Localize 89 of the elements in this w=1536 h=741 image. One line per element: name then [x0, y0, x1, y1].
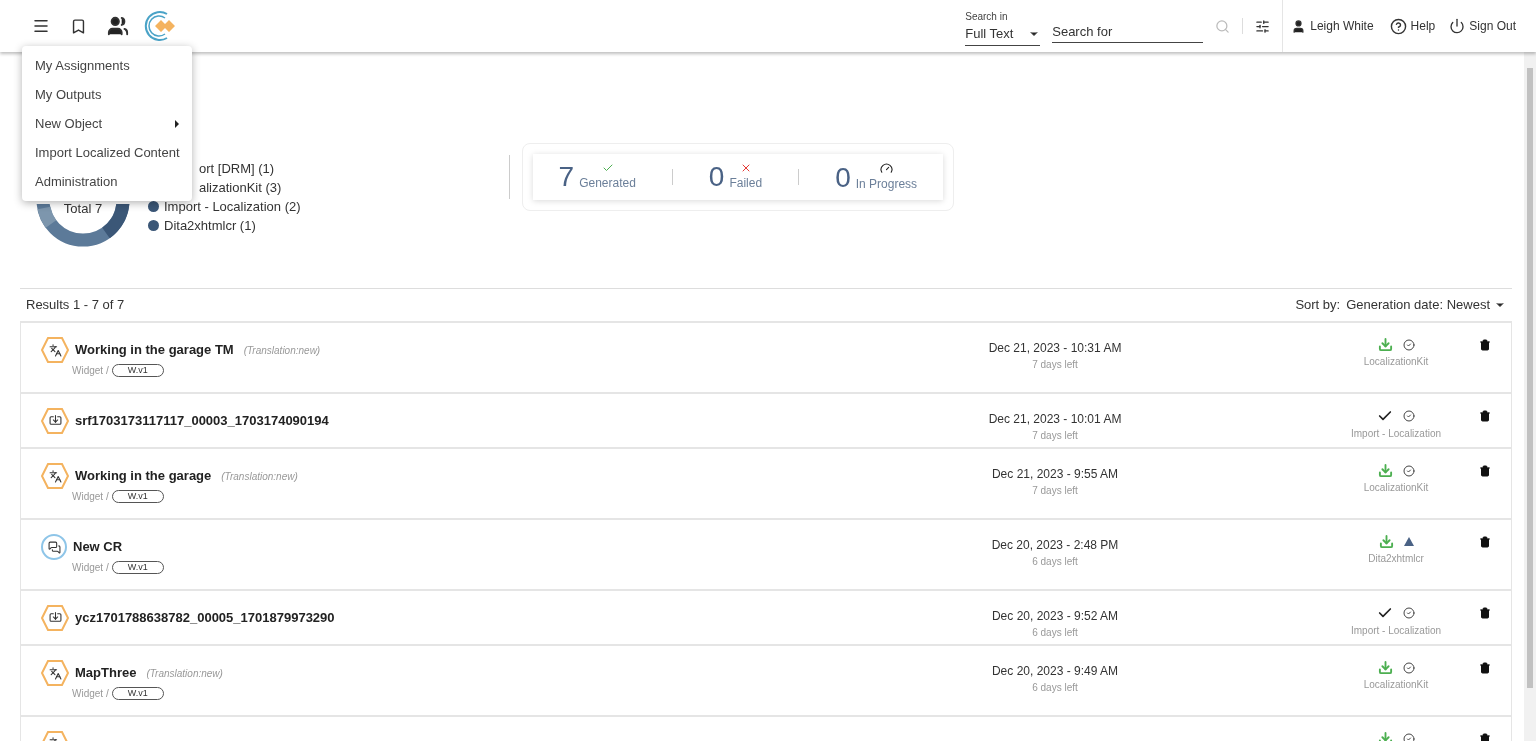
search-in-label: Search in — [965, 9, 1009, 24]
import-icon — [41, 407, 69, 434]
menu-item[interactable]: New Object — [22, 109, 192, 138]
translate-icon — [41, 337, 69, 363]
sign-out-button[interactable]: Sign Out — [1449, 17, 1516, 35]
output-type: LocalizationKit — [1363, 481, 1429, 495]
translate-icon — [41, 660, 69, 686]
result-date: Dec 21, 2023 - 10:31 AM — [988, 340, 1122, 357]
delete-icon[interactable] — [1479, 465, 1491, 477]
days-left: 6 days left — [1032, 626, 1078, 640]
total-label: Total 7 — [62, 202, 104, 216]
power-icon — [1449, 18, 1466, 34]
delete-icon[interactable] — [1479, 536, 1491, 548]
search-scope-dropdown[interactable]: Full Text — [965, 23, 1041, 46]
output-type: LocalizationKit — [1363, 355, 1429, 369]
results-count: Results 1 - 7 of 7 — [26, 296, 125, 315]
result-title[interactable]: srf1703173117117_00003_1703174090194 — [75, 410, 329, 431]
days-left: 6 days left — [1032, 555, 1078, 569]
result-path: Widget / — [72, 364, 109, 378]
search-field[interactable]: Search for — [1052, 21, 1204, 43]
help-icon — [1389, 17, 1407, 35]
result-date: Dec 20, 2023 - 9:52 AM — [991, 608, 1119, 625]
output-type: Import - Localization — [1351, 427, 1442, 441]
download-icon[interactable] — [1377, 660, 1393, 675]
legend-label: ort [DRM] (1) — [199, 159, 275, 178]
output-type: LocalizationKit — [1363, 678, 1429, 692]
result-row[interactable]: Working in the garage TM (Translation:new) Widget / W.v1 Dec 21, 2023 - 10:31 AM 7 days left LocalizationKit — [20, 323, 1512, 394]
result-title[interactable]: ycz1701788638782_00005_1701879973290 — [75, 607, 335, 628]
user-icon — [1291, 18, 1307, 34]
stat-label: Generated — [579, 175, 636, 192]
output-type: Import - Localization — [1351, 624, 1442, 638]
stat-label: In Progress — [855, 175, 918, 193]
delete-icon[interactable] — [1479, 339, 1491, 351]
legend-label: Dita2xhtmlcr (1) — [164, 216, 256, 235]
result-row[interactable]: New CR Widget / W.v1 Dec 20, 2023 - 2:48 PM 6 days left Dita2xhtmlcr — [20, 520, 1512, 591]
download-icon[interactable] — [1377, 463, 1393, 478]
result-row[interactable]: MapThree (Translation:new) Widget / W.v1 Dec 20, 2023 - 9:49 AM 6 days left LocalizationKit — [20, 646, 1512, 717]
check-icon — [601, 162, 614, 174]
days-left: 7 days left — [1032, 484, 1078, 498]
days-left: 6 days left — [1032, 681, 1078, 695]
result-note: (Translation:new) — [221, 469, 298, 484]
result-title[interactable]: Working in the garage — [75, 466, 212, 486]
import-icon — [41, 604, 69, 631]
result-title[interactable]: Working in the garage TM — [75, 340, 234, 360]
result-row[interactable]: ycz1701788638782_00005_1701879973290 Dec 20, 2023 - 9:52 AM 6 days left Import - Localization — [20, 591, 1512, 646]
delete-icon[interactable] — [1479, 410, 1491, 422]
result-date: Dec 21, 2023 - 9:55 AM — [991, 466, 1119, 483]
delete-icon[interactable] — [1479, 662, 1491, 674]
result-path: Widget / — [72, 687, 109, 701]
result-date: Dec 20, 2023 - 9:49 AM — [991, 663, 1119, 680]
stat-label: Failed — [729, 175, 763, 192]
result-date: Dec 21, 2023 - 10:01 AM — [988, 411, 1122, 428]
review-icon — [41, 534, 67, 560]
stat-value: 0 — [708, 162, 725, 192]
user-button[interactable]: Leigh White — [1291, 17, 1374, 35]
menu-item[interactable]: Administration — [22, 167, 192, 196]
download-icon[interactable] — [1378, 534, 1394, 549]
download-icon[interactable] — [1377, 731, 1393, 741]
gauge-icon — [879, 161, 893, 175]
legend-label: alizationKit (3) — [199, 178, 282, 197]
result-row[interactable]: Working in the garage (Translation:new) Widget / W.v1 Dec 21, 2023 - 9:55 AM 7 days left LocalizationKit — [20, 449, 1512, 520]
menu-item[interactable]: Import Localized Content — [22, 138, 192, 167]
days-left: 7 days left — [1032, 358, 1078, 372]
translate-icon — [41, 463, 69, 489]
stat-value: 7 — [558, 162, 575, 192]
days-left: 7 days left — [1032, 429, 1078, 443]
help-button[interactable]: Help — [1389, 17, 1436, 35]
result-title[interactable]: MapThree — [75, 663, 137, 683]
legend-label: Import - Localization (2) — [164, 197, 301, 216]
result-row[interactable]: srf1703173117117_00003_1703174090194 Dec 21, 2023 - 10:01 AM 7 days left Import - Localization — [20, 394, 1512, 449]
download-icon[interactable] — [1377, 337, 1393, 352]
result-title[interactable]: New CR — [73, 537, 123, 557]
sort-dropdown[interactable]: Generation date: Newest — [1346, 295, 1506, 315]
filter-icon[interactable] — [1255, 18, 1271, 34]
menu-item[interactable]: My Outputs — [22, 80, 192, 109]
output-type: Dita2xhtmlcr — [1368, 552, 1424, 566]
bookmark-icon[interactable] — [70, 17, 87, 35]
stat-value: 0 — [835, 162, 851, 193]
sort-label: Sort by: — [1295, 296, 1341, 315]
result-note: (Translation:new) — [243, 343, 321, 358]
result-note: (Translation:new) — [146, 666, 223, 681]
delete-icon[interactable] — [1479, 607, 1491, 619]
result-date: Dec 20, 2023 - 2:48 PM — [991, 537, 1119, 554]
scrollbar[interactable] — [1524, 52, 1536, 741]
people-icon[interactable] — [107, 15, 129, 37]
menu-icon[interactable] — [32, 17, 50, 35]
result-path: Widget / — [72, 561, 109, 575]
menu-item[interactable]: My Assignments — [22, 51, 192, 80]
result-path: Widget / — [72, 490, 109, 504]
